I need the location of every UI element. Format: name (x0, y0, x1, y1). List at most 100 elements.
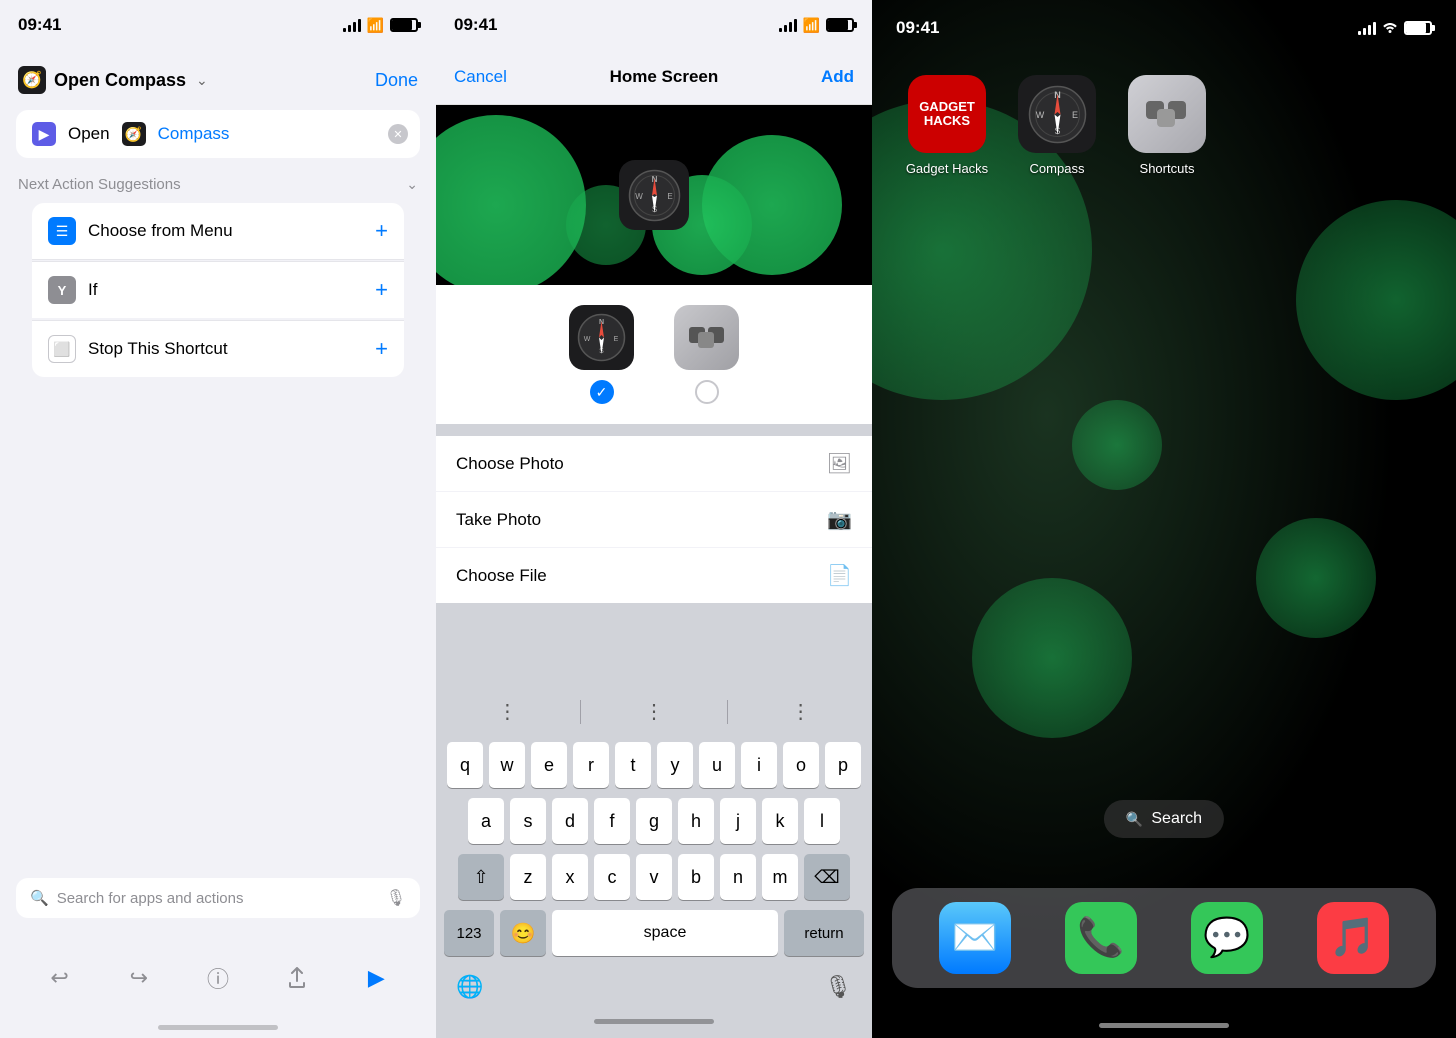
key-n[interactable]: n (720, 854, 756, 900)
suggestion-label-0: Choose from Menu (88, 221, 375, 241)
key-m[interactable]: m (762, 854, 798, 900)
suggestions-header: Next Action Suggestions ⌄ (0, 158, 436, 203)
nav-bar-1: 🧭 Open Compass ⌄ Done (0, 50, 436, 110)
suggestions-collapse-icon[interactable]: ⌄ (406, 176, 418, 193)
choose-photo-label: Choose Photo (456, 454, 564, 474)
mic-keyboard-icon[interactable]: 🎙 (824, 974, 852, 1000)
messages-app[interactable]: 💬 (1191, 902, 1263, 974)
compass-option-icon: N S E W (569, 305, 634, 370)
bottom-toolbar: ↩ ↪ ⓘ ▶ (0, 958, 436, 998)
key-t[interactable]: t (615, 742, 651, 788)
ios-app-grid: GADGETHACKS Gadget Hacks N S E W Compass (872, 55, 1456, 196)
undo-button[interactable]: ↩ (40, 958, 80, 998)
shortcuts-option[interactable] (674, 305, 739, 404)
choose-file-label: Choose File (456, 566, 547, 586)
space-key[interactable]: space (552, 910, 778, 956)
add-suggestion-0[interactable]: + (375, 218, 388, 244)
if-icon: Y (48, 276, 76, 304)
key-r[interactable]: r (573, 742, 609, 788)
search-bar[interactable]: 🔍 Search for apps and actions 🎙 (16, 878, 420, 918)
phone-app[interactable]: 📞 (1065, 902, 1137, 974)
add-suggestion-2[interactable]: + (375, 336, 388, 362)
return-key[interactable]: return (784, 910, 864, 956)
key-i[interactable]: i (741, 742, 777, 788)
gadget-hacks-app[interactable]: GADGETHACKS Gadget Hacks (902, 75, 992, 176)
mail-app[interactable]: ✉️ (939, 902, 1011, 974)
key-h[interactable]: h (678, 798, 714, 844)
shortcuts-panel: 09:41 📶 🧭 Open Compass ⌄ Done ▶ Open 🧭 C… (0, 0, 436, 1038)
key-l[interactable]: l (804, 798, 840, 844)
compass-label[interactable]: Compass (158, 124, 230, 144)
search-pill-icon: 🔍 (1126, 811, 1143, 828)
take-photo-item[interactable]: Take Photo 📷 (436, 492, 872, 548)
add-button[interactable]: Add (821, 67, 854, 87)
play-button[interactable]: ▶ (356, 958, 396, 998)
shortcuts-app-label: Shortcuts (1140, 161, 1195, 176)
kb-row-2: a s d f g h j k l (440, 798, 868, 844)
suggestion-item-0[interactable]: ☰ Choose from Menu + (32, 203, 404, 260)
done-button[interactable]: Done (375, 70, 418, 91)
choose-photo-item[interactable]: Choose Photo 🖼 (436, 436, 872, 492)
keyboard-rows: q w e r t y u i o p a s d f g h j k l (436, 734, 872, 966)
info-button[interactable]: ⓘ (198, 958, 238, 998)
key-z[interactable]: z (510, 854, 546, 900)
key-o[interactable]: o (783, 742, 819, 788)
search-pill[interactable]: 🔍 Search (1104, 800, 1224, 838)
key-k[interactable]: k (762, 798, 798, 844)
backspace-key[interactable]: ⌫ (804, 854, 850, 900)
home-indicator-1 (158, 1025, 278, 1030)
shortcuts-option-icon (674, 305, 739, 370)
add-suggestion-1[interactable]: + (375, 277, 388, 303)
svg-text:E: E (1071, 110, 1077, 120)
key-v[interactable]: v (636, 854, 672, 900)
status-bar-2: 09:41 📶 (436, 0, 872, 50)
suggestions-title: Next Action Suggestions (18, 176, 181, 193)
key-j[interactable]: j (720, 798, 756, 844)
open-action-icon: ▶ (32, 122, 56, 146)
emoji-key[interactable]: 😊 (500, 910, 546, 956)
key-c[interactable]: c (594, 854, 630, 900)
shift-key[interactable]: ⇧ (458, 854, 504, 900)
key-a[interactable]: a (468, 798, 504, 844)
compass-app[interactable]: N S E W Compass (1012, 75, 1102, 176)
redo-button[interactable]: ↪ (119, 958, 159, 998)
key-u[interactable]: u (699, 742, 735, 788)
keyboard: ⋮ ⋮ ⋮ q w e r t y u i o p a s d (436, 689, 872, 1038)
choose-file-item[interactable]: Choose File 📄 (436, 548, 872, 603)
numbers-key[interactable]: 123 (444, 910, 494, 956)
key-p[interactable]: p (825, 742, 861, 788)
icon-list: Choose Photo 🖼 Take Photo 📷 Choose File … (436, 436, 872, 603)
ios-status-icons (1358, 19, 1432, 36)
close-button[interactable]: ✕ (388, 124, 408, 144)
suggestion-item-2[interactable]: ⬜ Stop This Shortcut + (32, 320, 404, 377)
suggestion-label-2: Stop This Shortcut (88, 339, 375, 359)
key-f[interactable]: f (594, 798, 630, 844)
search-placeholder: Search for apps and actions (57, 890, 378, 907)
compass-option[interactable]: N S E W ✓ (569, 305, 634, 404)
cancel-button[interactable]: Cancel (454, 67, 507, 87)
key-b[interactable]: b (678, 854, 714, 900)
key-x[interactable]: x (552, 854, 588, 900)
music-app[interactable]: 🎵 (1317, 902, 1389, 974)
homescreen-panel: 09:41 📶 Cancel Home Screen Add N (436, 0, 872, 1038)
status-icons-1: 📶 (343, 17, 418, 34)
share-button[interactable] (277, 958, 317, 998)
key-g[interactable]: g (636, 798, 672, 844)
suggestion-item-1[interactable]: Y If + (32, 261, 404, 319)
key-e[interactable]: e (531, 742, 567, 788)
gadget-hacks-icon: GADGETHACKS (908, 75, 986, 153)
compass-app-icon: 🧭 (18, 66, 46, 94)
key-d[interactable]: d (552, 798, 588, 844)
shortcuts-app-icon (1128, 75, 1206, 153)
time-1: 09:41 (18, 15, 61, 35)
key-s[interactable]: s (510, 798, 546, 844)
ios-homescreen-panel: 09:41 GADGETHACKS Gadget Hacks (872, 0, 1456, 1038)
key-y[interactable]: y (657, 742, 693, 788)
hs-nav-bar: Cancel Home Screen Add (436, 50, 872, 105)
kb-row-3: ⇧ z x c v b n m ⌫ (440, 854, 868, 900)
key-q[interactable]: q (447, 742, 483, 788)
shortcuts-app[interactable]: Shortcuts (1122, 75, 1212, 176)
key-w[interactable]: w (489, 742, 525, 788)
camera-icon: 📷 (827, 507, 852, 532)
globe-icon[interactable]: 🌐 (456, 974, 483, 1000)
